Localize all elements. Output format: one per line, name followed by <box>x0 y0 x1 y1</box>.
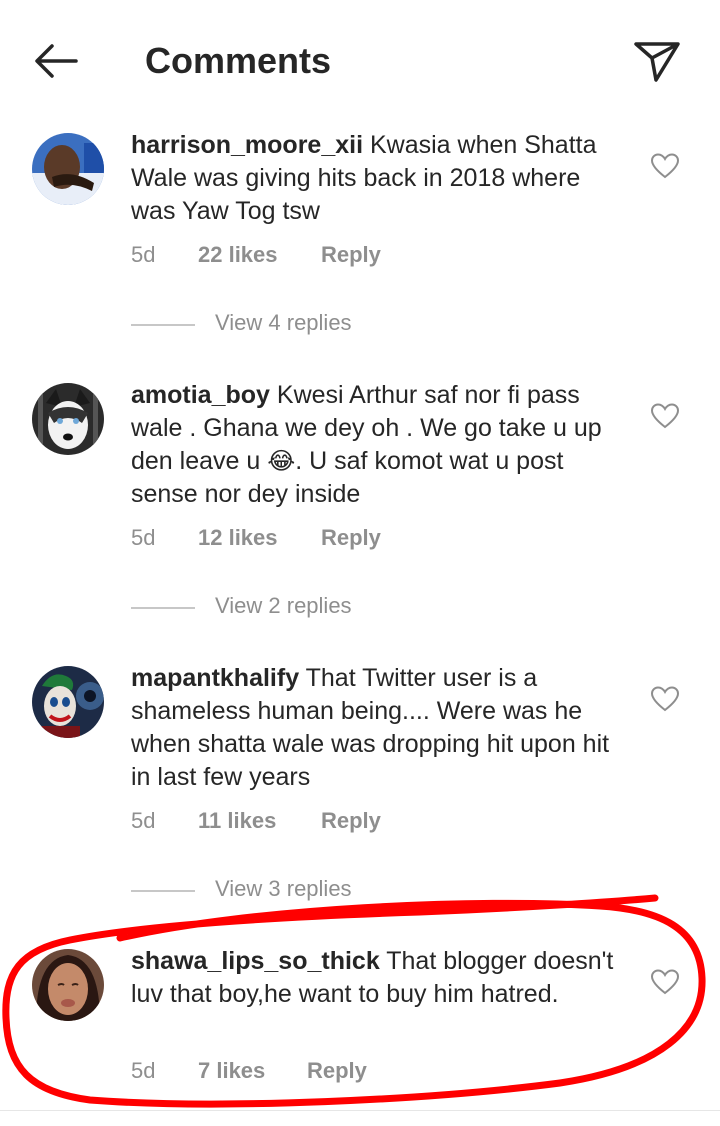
comment-time: 5d <box>131 808 156 833</box>
comment-likes[interactable]: 22 likes <box>198 242 278 268</box>
comment-likes[interactable]: 7 likes <box>198 1058 265 1084</box>
reply-button[interactable]: Reply <box>321 808 381 834</box>
like-button[interactable] <box>650 968 680 996</box>
comment-text: shawa_lips_so_thick That blogger doesn't… <box>131 945 631 1011</box>
avatar[interactable] <box>32 133 104 205</box>
view-replies-label: View 3 replies <box>215 876 352 901</box>
view-replies-button[interactable]: View 3 replies <box>131 876 531 906</box>
heart-icon <box>650 969 680 995</box>
reply-button[interactable]: Reply <box>307 1058 367 1084</box>
back-button[interactable] <box>28 36 84 86</box>
reply-button[interactable]: Reply <box>321 525 381 551</box>
avatar[interactable] <box>32 949 104 1021</box>
header: Comments <box>0 0 720 120</box>
comment-time: 5d <box>131 525 156 550</box>
bottom-divider <box>0 1110 720 1111</box>
like-button[interactable] <box>650 152 680 180</box>
comment-text: mapantkhalify That Twitter user is a sha… <box>131 662 631 794</box>
view-replies-label: View 2 replies <box>215 593 352 618</box>
comment-time: 5d <box>131 1058 156 1083</box>
avatar[interactable] <box>32 666 104 738</box>
like-button[interactable] <box>650 402 680 430</box>
send-button[interactable] <box>630 36 684 86</box>
reply-button[interactable]: Reply <box>321 242 381 268</box>
divider-line <box>131 607 195 609</box>
comments-screen: Comments harrison_moore_xii Kwasia when … <box>0 0 720 1126</box>
view-replies-button[interactable]: View 2 replies <box>131 593 531 623</box>
comment-text: harrison_moore_xii Kwasia when Shatta Wa… <box>131 129 631 228</box>
comment-text: amotia_boy Kwesi Arthur saf nor fi pass … <box>131 379 631 511</box>
comment-likes[interactable]: 11 likes <box>198 808 276 834</box>
comment-time: 5d <box>131 242 156 267</box>
heart-icon <box>650 686 680 712</box>
send-icon <box>634 42 680 82</box>
avatar[interactable] <box>32 383 104 455</box>
comment-username[interactable]: amotia_boy <box>131 381 270 409</box>
comment-username[interactable]: shawa_lips_so_thick <box>131 947 380 975</box>
divider-line <box>131 890 195 892</box>
heart-icon <box>650 403 680 429</box>
divider-line <box>131 324 195 326</box>
comment-username[interactable]: mapantkhalify <box>131 664 299 692</box>
view-replies-label: View 4 replies <box>215 310 352 335</box>
view-replies-button[interactable]: View 4 replies <box>131 310 531 340</box>
comment-username[interactable]: harrison_moore_xii <box>131 131 363 159</box>
heart-icon <box>650 153 680 179</box>
laughing-emoji: 😂 <box>267 447 296 475</box>
comment-likes[interactable]: 12 likes <box>198 525 278 551</box>
back-arrow-icon <box>35 44 78 78</box>
page-title: Comments <box>145 40 332 81</box>
like-button[interactable] <box>650 685 680 713</box>
